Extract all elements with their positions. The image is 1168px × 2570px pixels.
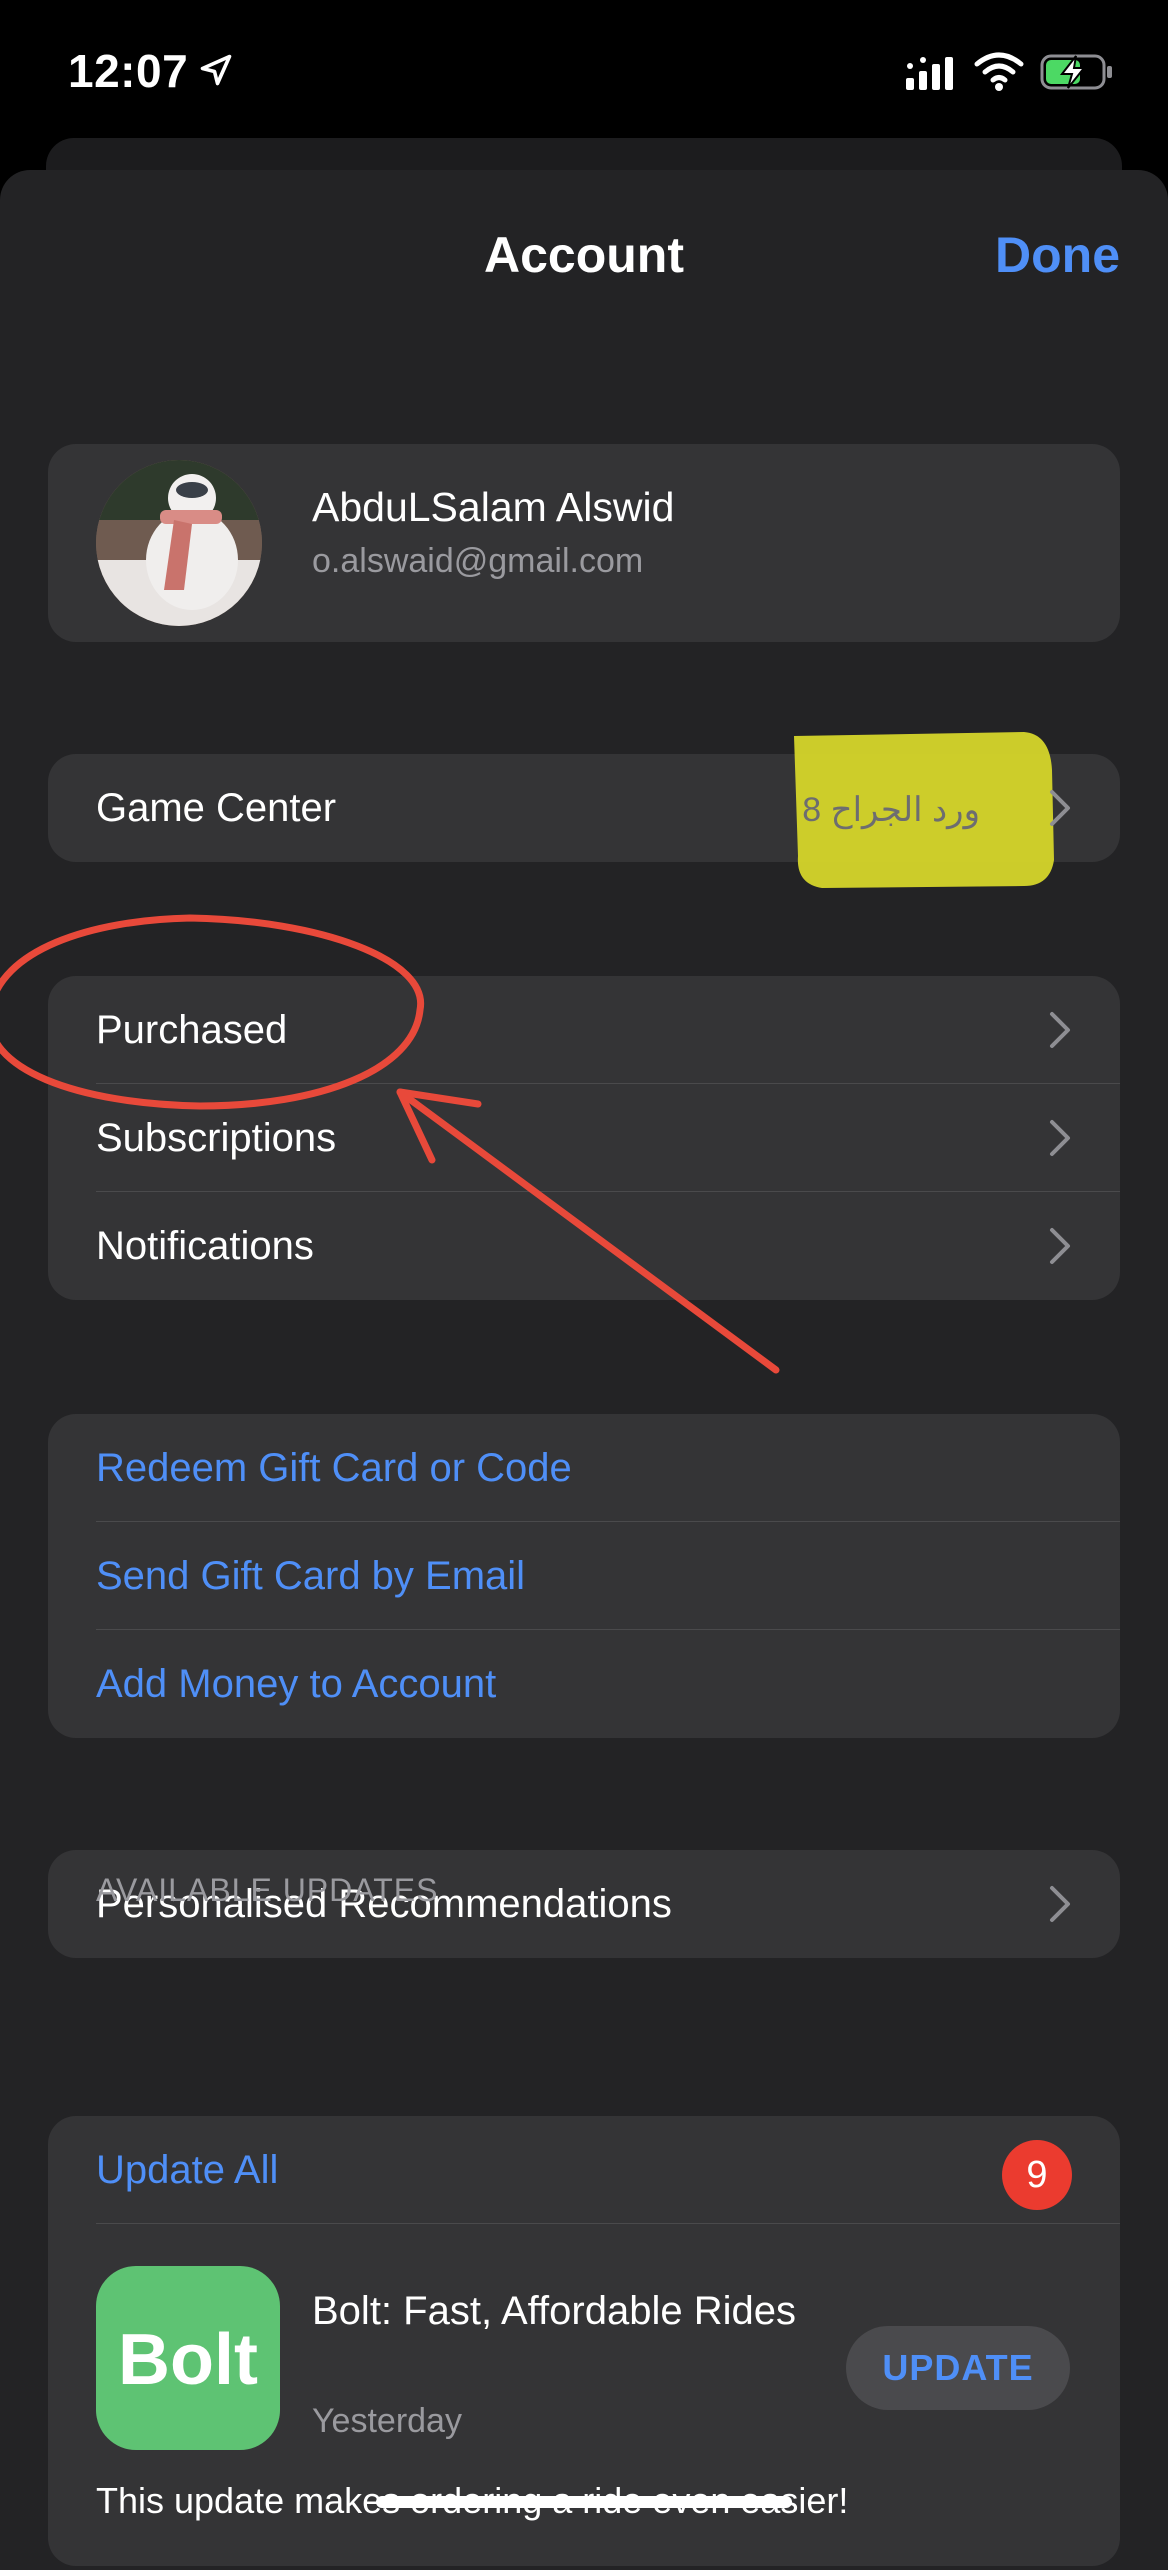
app-update-date: Yesterday	[312, 2402, 462, 2440]
chevron-right-icon	[1050, 1012, 1070, 1048]
status-bar: 12:07	[0, 0, 1168, 150]
done-button[interactable]: Done	[995, 226, 1120, 284]
profile-email: o.alswaid@gmail.com	[312, 542, 644, 580]
app-update-item[interactable]: Bolt Bolt: Fast, Affordable Rides Yester…	[48, 2224, 1120, 2566]
menu-item-label: Purchased	[96, 1008, 288, 1052]
app-name: Bolt: Fast, Affordable Rides	[312, 2289, 796, 2333]
menu-item-label: Notifications	[96, 1224, 314, 1268]
chevron-right-icon	[1050, 1886, 1070, 1922]
send-gift-card-link[interactable]: Send Gift Card by Email	[48, 1522, 1120, 1630]
update-all-row: Update All 9	[48, 2116, 1120, 2224]
chevron-right-icon	[1050, 1120, 1070, 1156]
link-label: Add Money to Account	[96, 1662, 497, 1706]
game-center-group: Game Center ورد الجراح 8	[48, 732, 1120, 888]
menu-item-purchased[interactable]: Purchased	[48, 976, 1120, 1084]
bolt-app-icon: Bolt	[96, 2266, 280, 2450]
menu-item-subscriptions[interactable]: Subscriptions	[48, 1084, 1120, 1192]
redeem-gift-card-link[interactable]: Redeem Gift Card or Code	[48, 1414, 1120, 1522]
bolt-logo-icon: Bolt	[118, 2320, 258, 2400]
add-money-link[interactable]: Add Money to Account	[48, 1630, 1120, 1738]
profile-card[interactable]: AbduLSalam Alswid o.alswaid@gmail.com	[48, 444, 1120, 642]
profile-name: AbduLSalam Alswid	[312, 484, 675, 530]
link-label: Send Gift Card by Email	[96, 1554, 526, 1598]
update-all-button[interactable]: Update All	[96, 2116, 278, 2224]
available-updates-header: AVAILABLE UPDATES	[96, 1872, 439, 1908]
chevron-right-icon	[1050, 790, 1070, 826]
gift-card-group: Redeem Gift Card or Code Send Gift Card …	[48, 1414, 1120, 1738]
avatar-snowman-image	[96, 460, 262, 626]
game-center-nickname: ورد الجراح 8	[802, 791, 980, 829]
update-button[interactable]: UPDATE	[846, 2326, 1070, 2410]
chevron-right-icon	[1050, 1228, 1070, 1264]
game-center-label: Game Center	[96, 786, 337, 830]
wifi-icon	[974, 52, 1024, 91]
updates-count-badge: 9	[1002, 2140, 1072, 2210]
home-indicator[interactable]	[376, 2496, 792, 2508]
bolt-logo-text: Bolt	[118, 2320, 258, 2400]
location-arrow-icon	[200, 54, 232, 86]
menu-item-notifications[interactable]: Notifications	[48, 1192, 1120, 1300]
status-time: 12:07	[68, 45, 189, 97]
menu-item-label: Subscriptions	[96, 1116, 337, 1160]
avatar	[96, 460, 262, 626]
cellular-signal-icon	[906, 57, 953, 90]
game-center-row[interactable]: Game Center ورد الجراح 8	[48, 732, 1120, 888]
account-menu-group: Purchased Subscriptions Notifications	[48, 976, 1120, 1300]
page-title: Account	[484, 227, 684, 283]
link-label: Redeem Gift Card or Code	[96, 1446, 572, 1490]
battery-charging-icon	[1040, 54, 1112, 90]
